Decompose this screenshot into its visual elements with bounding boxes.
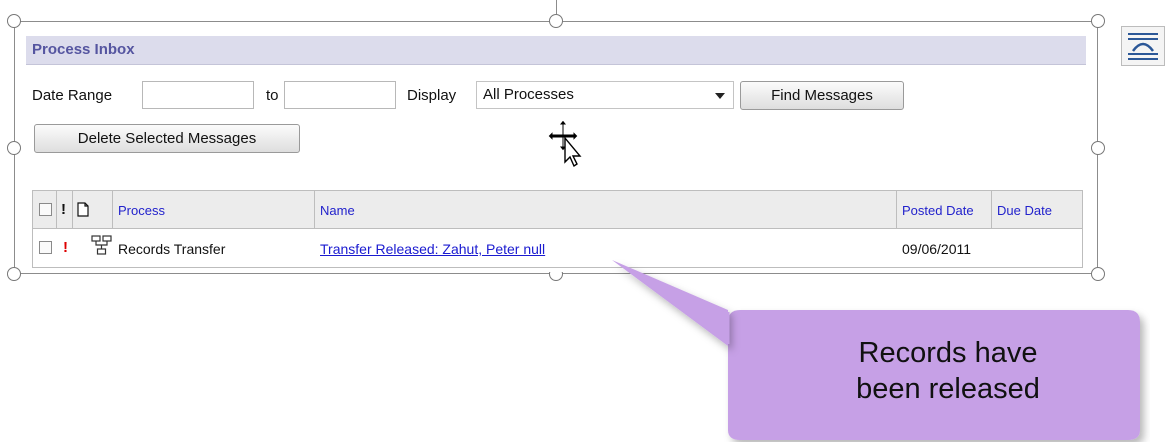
priority-header-icon: ! <box>61 201 66 218</box>
date-to-input[interactable] <box>284 81 396 109</box>
resize-handle-top-left[interactable] <box>7 14 21 28</box>
display-label: Display <box>407 87 457 104</box>
process-tree-icon <box>91 235 112 255</box>
row-process: Records Transfer <box>118 241 226 257</box>
date-from-input[interactable] <box>142 81 254 109</box>
column-header-posted-date[interactable]: Posted Date <box>902 203 974 218</box>
resize-handle-bottom-left[interactable] <box>7 267 21 281</box>
resize-handle-top[interactable] <box>549 14 563 28</box>
select-all-checkbox[interactable] <box>39 203 52 216</box>
row-name-link[interactable]: Transfer Released: Zahut, Peter null <box>320 241 545 257</box>
display-select[interactable]: All Processes <box>476 81 734 109</box>
row-checkbox[interactable] <box>39 241 52 254</box>
chevron-down-icon <box>715 93 725 99</box>
column-header-process[interactable]: Process <box>118 203 165 218</box>
table-header: ! Process Name Posted Date Due Date <box>33 191 1082 229</box>
callout-line-1: Records have <box>858 337 1038 369</box>
resize-handle-top-right[interactable] <box>1091 14 1105 28</box>
layout-options-icon[interactable] <box>1121 26 1165 66</box>
filter-row: Date Range to Display All Processes Find… <box>26 81 1086 111</box>
move-cursor-icon <box>547 119 582 168</box>
callout-line-2: been released <box>856 373 1040 405</box>
date-range-label: Date Range <box>32 87 113 104</box>
delete-selected-button[interactable]: Delete Selected Messages <box>34 124 300 153</box>
column-header-due-date[interactable]: Due Date <box>997 203 1052 218</box>
panel-title: Process Inbox <box>26 36 1086 65</box>
document-icon <box>77 202 89 217</box>
rotation-stem <box>556 0 557 14</box>
column-header-name[interactable]: Name <box>320 203 355 218</box>
callout-text: Records have been released <box>808 335 1088 407</box>
resize-handle-left[interactable] <box>7 141 21 155</box>
to-label: to <box>266 87 279 104</box>
find-messages-button[interactable]: Find Messages <box>740 81 904 110</box>
priority-icon: ! <box>63 239 68 256</box>
display-selected-value: All Processes <box>483 86 574 103</box>
resize-handle-right[interactable] <box>1091 141 1105 155</box>
